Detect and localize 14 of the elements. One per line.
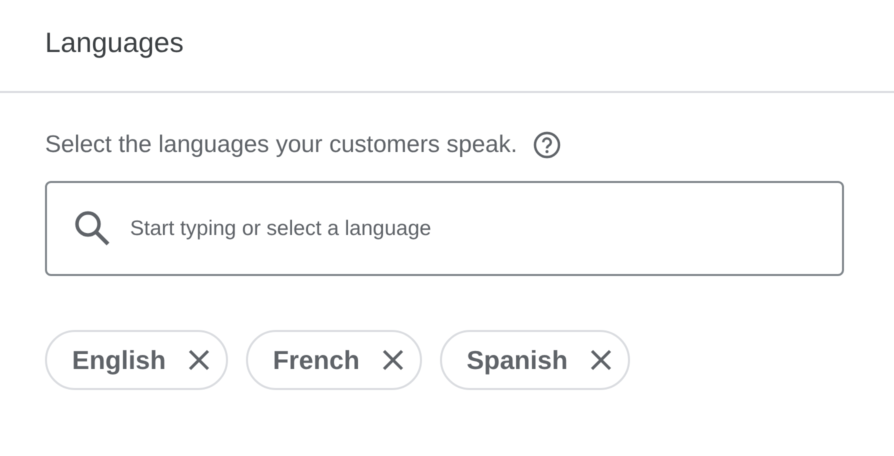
description-text: Select the languages your customers speak. (45, 131, 518, 159)
help-icon[interactable] (533, 131, 562, 159)
close-icon[interactable] (382, 349, 404, 371)
chip-label: French (272, 344, 360, 376)
language-chip[interactable]: English (45, 330, 228, 390)
close-icon[interactable] (590, 349, 612, 371)
language-chip[interactable]: French (246, 330, 422, 390)
chip-label: English (72, 344, 166, 376)
search-icon (73, 209, 111, 247)
panel-title: Languages (45, 27, 184, 59)
close-icon[interactable] (188, 349, 210, 371)
search-field[interactable]: Start typing or select a language (45, 181, 844, 276)
chip-label: Spanish (466, 344, 568, 376)
language-chip[interactable]: Spanish (440, 330, 630, 390)
